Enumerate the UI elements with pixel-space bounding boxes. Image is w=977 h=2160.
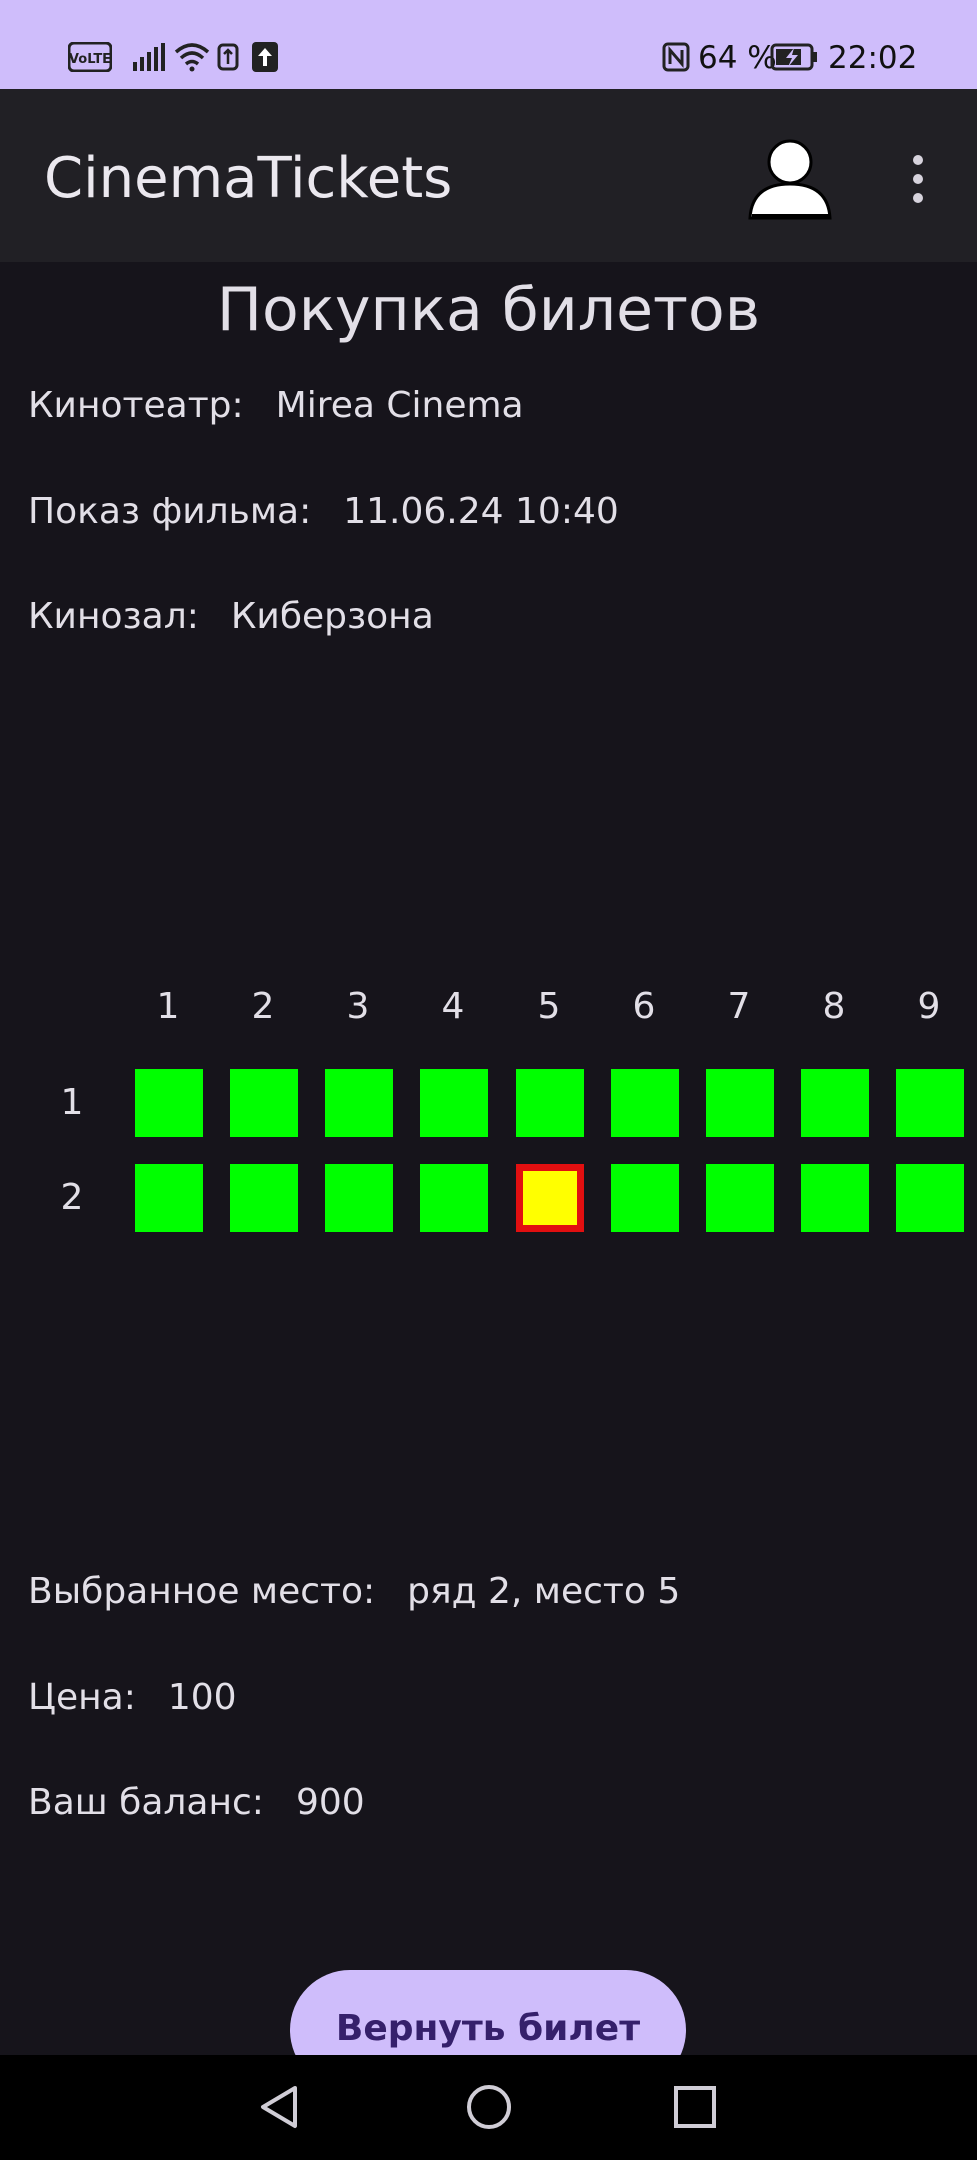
price-value: 100 [167,1677,237,1718]
column-number: 7 [727,986,751,1027]
balance-label: Ваш баланс: [28,1782,264,1823]
wifi-icon [174,40,210,74]
profile-button[interactable] [744,134,834,224]
back-button[interactable] [250,2077,310,2137]
column-number: 3 [346,986,370,1027]
column-number: 9 [917,986,941,1027]
column-number: 6 [632,986,656,1027]
nfc-icon [662,40,690,74]
upload-icon [252,40,278,74]
more-vert-icon [913,155,923,165]
seat-r2-c1[interactable] [135,1164,203,1232]
column-number: 4 [441,986,465,1027]
cinema-value: Mirea Cinema [275,385,524,426]
balance-row: Ваш баланс: 900 [28,1781,365,1825]
column-number: 1 [156,986,180,1027]
signal-icon [132,40,166,74]
data-sync-icon [216,40,240,74]
price-label: Цена: [28,1677,136,1718]
price-row: Цена: 100 [28,1676,237,1720]
row-number: 2 [60,1177,84,1218]
cinema-row: Кинотеатр: Mirea Cinema [28,384,524,428]
hall-row: Кинозал: Киберзона [28,595,434,639]
seat-r2-c4[interactable] [420,1164,488,1232]
showing-row: Показ фильма: 11.06.24 10:40 [28,490,619,534]
overflow-menu-button[interactable] [890,149,946,209]
seat-r1-c2[interactable] [230,1069,298,1137]
selected-seat-label: Выбранное место: [28,1571,376,1612]
seat-r1-c8[interactable] [801,1069,869,1137]
profile-icon [748,139,832,220]
home-icon [467,2085,511,2129]
hall-label: Кинозал: [28,596,199,637]
selected-seat-row: Выбранное место: ряд 2, место 5 [28,1570,680,1614]
seat-r1-c9[interactable] [896,1069,964,1137]
seat-r1-c7[interactable] [706,1069,774,1137]
recents-button[interactable] [665,2077,725,2137]
column-number: 5 [537,986,561,1027]
volte-icon: VoLTE [68,40,112,74]
clock: 22:02 [828,40,918,76]
seat-r1-c6[interactable] [611,1069,679,1137]
showing-value: 11.06.24 10:40 [343,491,619,532]
seat-r2-c7[interactable] [706,1164,774,1232]
row-number: 1 [60,1082,84,1123]
battery-percent: 64 % [698,40,777,76]
system-nav-bar [0,2055,977,2160]
showing-label: Показ фильма: [28,491,312,532]
app-bar: CinemaTickets [0,89,977,262]
recents-icon [674,2086,716,2128]
seat-r2-c8[interactable] [801,1164,869,1232]
svg-text:VoLTE: VoLTE [69,52,111,67]
back-icon [261,2086,297,2128]
selected-seat-value: ряд 2, место 5 [407,1571,681,1612]
hall-value: Киберзона [230,596,434,637]
battery-charging-icon [770,40,818,74]
seat-r1-c3[interactable] [325,1069,393,1137]
page-title: Покупка билетов [216,275,761,345]
column-number: 8 [822,986,846,1027]
seat-r1-c1[interactable] [135,1069,203,1137]
seat-r2-c6[interactable] [611,1164,679,1232]
seat-r1-c4[interactable] [420,1069,488,1137]
seat-r2-c5[interactable] [516,1164,584,1232]
seat-r2-c3[interactable] [325,1164,393,1232]
seat-r2-c9[interactable] [896,1164,964,1232]
seat-r2-c2[interactable] [230,1164,298,1232]
home-button[interactable] [459,2077,519,2137]
cinema-label: Кинотеатр: [28,385,244,426]
status-bar: VoLTE 64 % 22:02 [0,0,977,89]
seat-r1-c5[interactable] [516,1069,584,1137]
balance-value: 900 [295,1782,365,1823]
column-number: 2 [251,986,275,1027]
app-title: CinemaTickets [44,146,453,211]
